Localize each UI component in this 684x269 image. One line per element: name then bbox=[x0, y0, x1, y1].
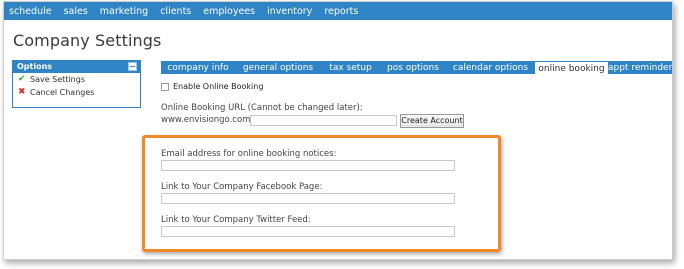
tab-online-booking[interactable]: online booking bbox=[535, 61, 608, 75]
tab-calendar-options[interactable]: calendar options bbox=[446, 61, 535, 74]
settings-tabs: company info general options tax setup p… bbox=[161, 61, 672, 75]
enable-online-booking-label: Enable Online Booking bbox=[173, 82, 264, 91]
tab-appt-reminder[interactable]: appt reminder bbox=[608, 61, 672, 74]
cancel-changes-button[interactable]: ✖ Cancel Changes bbox=[13, 86, 140, 99]
tab-pos-options[interactable]: pos options bbox=[380, 61, 446, 74]
twitter-label: Link to Your Company Twitter Feed: bbox=[161, 215, 311, 225]
nav-item-marketing[interactable]: marketing bbox=[94, 6, 154, 17]
save-settings-label: Save Settings bbox=[30, 75, 85, 84]
nav-item-clients[interactable]: clients bbox=[154, 6, 197, 17]
email-field[interactable] bbox=[161, 160, 455, 171]
x-icon: ✖ bbox=[18, 87, 26, 97]
nav-item-employees[interactable]: employees bbox=[197, 6, 261, 17]
cancel-changes-label: Cancel Changes bbox=[30, 88, 95, 97]
create-account-button[interactable]: Create Account bbox=[400, 114, 464, 128]
booking-url-label: Online Booking URL (Cannot be changed la… bbox=[161, 103, 363, 113]
top-navigation: schedule sales marketing clients employe… bbox=[4, 2, 672, 20]
nav-item-sales[interactable]: sales bbox=[58, 6, 94, 17]
tab-tax-setup[interactable]: tax setup bbox=[321, 61, 380, 74]
twitter-field[interactable] bbox=[161, 226, 455, 237]
enable-online-booking[interactable]: Enable Online Booking bbox=[161, 82, 263, 91]
tab-general-options[interactable]: general options bbox=[235, 61, 321, 74]
options-panel-title: Options bbox=[17, 62, 53, 71]
facebook-field[interactable] bbox=[161, 193, 455, 204]
collapse-icon[interactable]: − bbox=[128, 62, 137, 71]
check-icon: ✔ bbox=[18, 74, 26, 84]
save-settings-button[interactable]: ✔ Save Settings bbox=[13, 73, 140, 86]
facebook-label: Link to Your Company Facebook Page: bbox=[161, 182, 323, 192]
enable-online-booking-checkbox[interactable] bbox=[161, 82, 169, 91]
options-panel: Options − ✔ Save Settings ✖ Cancel Chang… bbox=[12, 60, 141, 108]
options-panel-header: Options − bbox=[13, 61, 140, 73]
email-label: Email address for online booking notices… bbox=[161, 149, 337, 159]
nav-item-inventory[interactable]: inventory bbox=[261, 6, 318, 17]
tab-company-info[interactable]: company info bbox=[161, 61, 235, 74]
page-title: Company Settings bbox=[13, 31, 162, 50]
booking-url-prefix: www.envisiongo.com/a/ bbox=[161, 115, 262, 125]
nav-item-schedule[interactable]: schedule bbox=[4, 6, 58, 17]
nav-item-reports[interactable]: reports bbox=[318, 6, 364, 17]
booking-url-input[interactable] bbox=[250, 115, 397, 126]
app-window: schedule sales marketing clients employe… bbox=[3, 1, 673, 260]
